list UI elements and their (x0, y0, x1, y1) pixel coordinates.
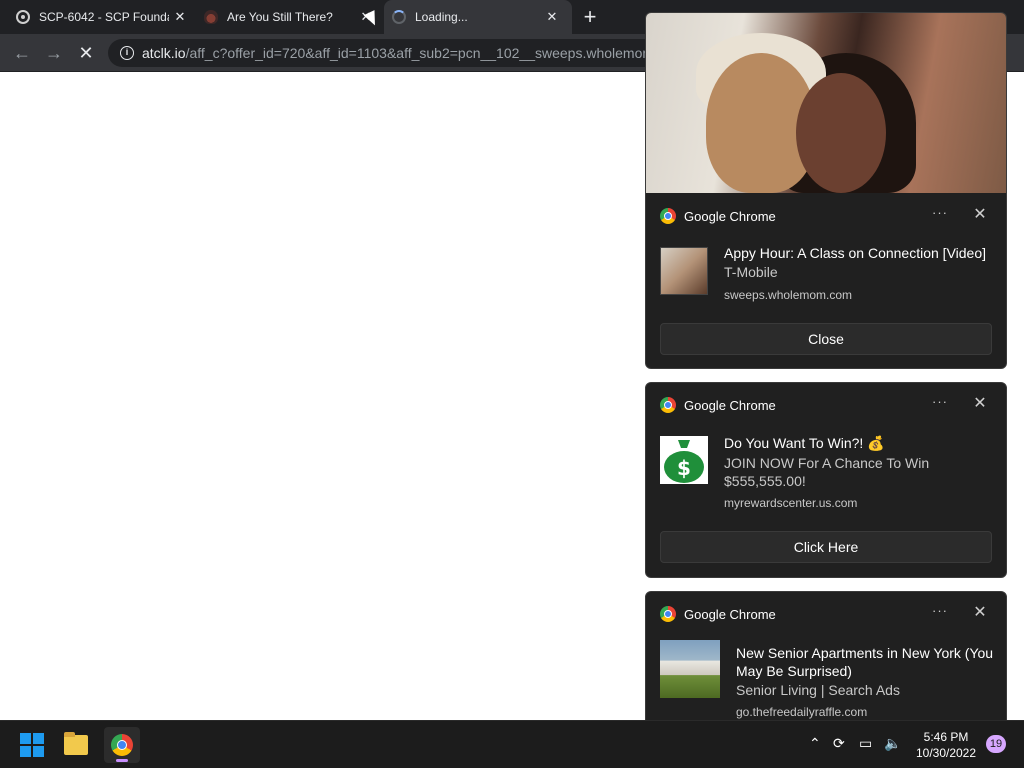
taskbar: ⌃ ⟳ ▭ 🔈 5:46 PM 10/30/2022 19 (0, 720, 1024, 768)
notification-title: Do You Want To Win?! 💰 (724, 435, 885, 451)
notification-body: Senior Living | Search Ads (736, 682, 900, 698)
windows-logo-pane (20, 746, 31, 757)
close-tab-icon[interactable]: ✕ (544, 9, 560, 25)
address-bar[interactable]: i atclk.io/aff_c?offer_id=720&aff_id=110… (108, 39, 668, 67)
chevron-up-icon[interactable]: ⌃ (809, 735, 821, 752)
notification-body: T-Mobile (724, 264, 778, 280)
tab-are-you-still-there[interactable]: Are You Still There? ✕ (196, 0, 384, 34)
close-tab-icon[interactable]: ✕ (172, 9, 188, 25)
close-icon[interactable]: ✕ (972, 207, 988, 223)
apartment-photo-thumbnail (660, 640, 720, 698)
notification-card[interactable]: Google Chrome ··· ✕ Appy Hour: A Class o… (645, 12, 1007, 369)
network-icon[interactable]: ▭ (859, 735, 872, 752)
notification-header: Google Chrome (660, 396, 776, 414)
clock-time: 5:46 PM (923, 730, 969, 744)
notification-card[interactable]: Google Chrome ··· ✕ $ Do You Want To Win… (645, 382, 1007, 578)
tab-title: Are You Still There? (227, 10, 333, 24)
stop-loading-icon[interactable]: ✕ (74, 41, 98, 65)
notification-header: Google Chrome (660, 207, 776, 225)
fire-icon (204, 10, 218, 24)
chrome-taskbar-button[interactable] (104, 727, 140, 763)
site-info-icon[interactable]: i (120, 46, 134, 60)
url-path: /aff_c?offer_id=720&aff_id=1103&aff_sub2… (185, 45, 655, 61)
url-host: atclk.io (142, 45, 186, 61)
notification-hero-image (646, 13, 1006, 193)
running-indicator (116, 759, 128, 762)
chrome-icon (111, 734, 133, 756)
notification-source: myrewardscenter.us.com (724, 496, 858, 510)
loading-spinner-icon (392, 10, 406, 24)
clock-date: 10/30/2022 (915, 746, 977, 760)
forward-arrow-icon[interactable]: → (42, 41, 66, 65)
close-button[interactable]: Close (660, 323, 992, 355)
notification-source: sweeps.wholemom.com (724, 288, 853, 302)
close-icon[interactable]: ✕ (972, 396, 988, 412)
notification-app-name: Google Chrome (684, 208, 776, 224)
file-explorer-icon[interactable] (61, 729, 93, 761)
back-arrow-icon[interactable]: ← (10, 41, 34, 65)
chrome-icon (660, 606, 676, 622)
windows-logo-pane (20, 733, 31, 744)
address-url[interactable]: atclk.io/aff_c?offer_id=720&aff_id=1103&… (142, 45, 662, 61)
hero-person-face (796, 73, 886, 193)
close-icon[interactable]: ✕ (972, 605, 988, 621)
tab-title: Loading... (415, 10, 468, 24)
notification-count-badge[interactable]: 19 (986, 735, 1006, 753)
notification-header: Google Chrome (660, 605, 776, 623)
notification-body: JOIN NOW For A Chance To Win $555,555.00… (724, 455, 930, 489)
money-bag-icon: $ (660, 436, 708, 484)
volume-icon[interactable]: 🔈 (884, 735, 901, 752)
more-options-icon[interactable]: ··· (932, 206, 948, 224)
notification-app-name: Google Chrome (684, 397, 776, 413)
chrome-icon (660, 397, 676, 413)
chrome-icon (660, 208, 676, 224)
click-here-button[interactable]: Click Here (660, 531, 992, 563)
notification-source: go.thefreedailyraffle.com (736, 705, 868, 719)
windows-start-icon[interactable] (16, 729, 48, 761)
notification-card[interactable]: Google Chrome ··· ✕ New Senior Apartment… (645, 591, 1007, 731)
tab-scp[interactable]: SCP-6042 - SCP Foundation ✕ (8, 0, 196, 34)
new-tab-button[interactable]: + (580, 6, 600, 28)
tab-loading[interactable]: Loading... ✕ (384, 0, 572, 34)
notification-title: New Senior Apartments in New York (You M… (736, 645, 994, 679)
windows-logo-pane (33, 746, 44, 757)
people-photo-thumbnail (660, 247, 708, 295)
windows-logo-pane (33, 733, 44, 744)
system-clock[interactable]: 5:46 PM 10/30/2022 (913, 729, 979, 761)
scp-logo-icon (16, 10, 30, 24)
more-options-icon[interactable]: ··· (932, 604, 948, 622)
sync-alert-icon[interactable]: ⟳ (833, 735, 845, 752)
notification-title: Appy Hour: A Class on Connection [Video] (724, 245, 987, 261)
tab-title: SCP-6042 - SCP Foundation (39, 10, 169, 24)
svg-text:$: $ (677, 456, 691, 480)
notification-app-name: Google Chrome (684, 606, 776, 622)
more-options-icon[interactable]: ··· (932, 395, 948, 413)
